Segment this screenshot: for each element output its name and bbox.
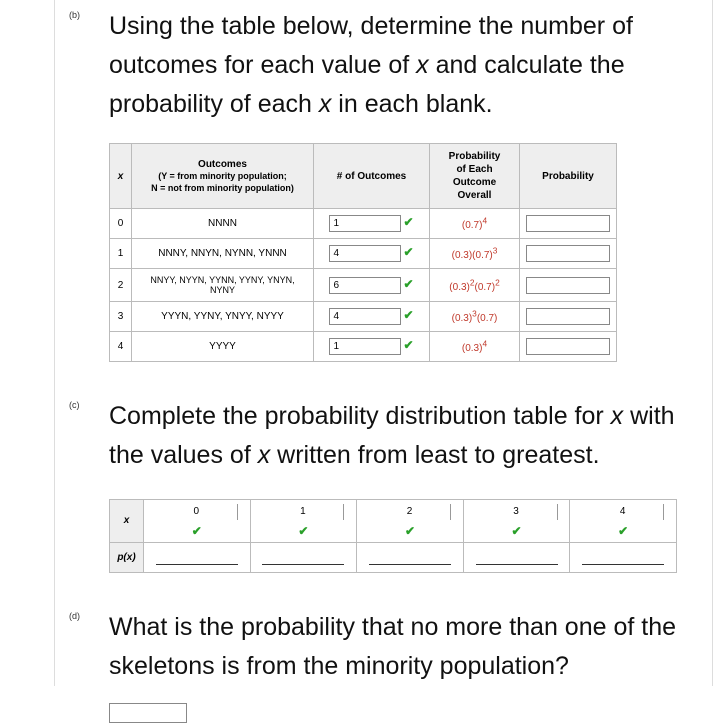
px-value-input[interactable] bbox=[369, 549, 451, 565]
check-icon: ✔ bbox=[262, 524, 344, 538]
check-icon: ✔ bbox=[403, 215, 413, 229]
variable-x: x bbox=[319, 90, 332, 118]
cell-probability bbox=[520, 302, 617, 332]
distribution-table: x ✔ ✔ ✔ bbox=[109, 499, 677, 573]
variable-x: x bbox=[416, 51, 429, 79]
table-header-row: x Outcomes (Y = from minority population… bbox=[110, 144, 617, 209]
px-cell bbox=[357, 542, 464, 572]
part-c-prompt: Complete the probability distribution ta… bbox=[109, 390, 709, 475]
variable-x: x bbox=[611, 402, 624, 430]
x-value-input[interactable] bbox=[156, 504, 238, 520]
x-cell: ✔ bbox=[250, 499, 357, 542]
header-outcomes: Outcomes (Y = from minority population; … bbox=[132, 144, 314, 209]
header-x: x bbox=[110, 144, 132, 209]
x-value-input[interactable] bbox=[262, 504, 344, 520]
variable-x: x bbox=[258, 441, 271, 469]
num-outcomes-input[interactable] bbox=[329, 308, 401, 325]
x-value-input[interactable] bbox=[476, 504, 558, 520]
part-b-prompt: Using the table below, determine the num… bbox=[109, 0, 709, 123]
probability-input[interactable] bbox=[526, 245, 610, 262]
part-b: (b) Using the table below, determine the… bbox=[109, 0, 709, 362]
probability-input[interactable] bbox=[526, 338, 610, 355]
check-icon: ✔ bbox=[156, 524, 238, 538]
cell-x: 0 bbox=[110, 209, 132, 239]
cell-probability bbox=[520, 269, 617, 302]
cell-num: ✔ bbox=[314, 269, 430, 302]
table-row: 0 NNNN ✔ (0.7)4 bbox=[110, 209, 617, 239]
check-icon: ✔ bbox=[403, 338, 413, 352]
text: in each blank. bbox=[331, 90, 492, 118]
cell-x: 1 bbox=[110, 239, 132, 269]
row-label-x: x bbox=[110, 499, 144, 542]
cell-outcomes: YYYY bbox=[132, 332, 314, 362]
px-cell bbox=[570, 542, 677, 572]
x-row: x ✔ ✔ ✔ bbox=[110, 499, 677, 542]
outcomes-table: x Outcomes (Y = from minority population… bbox=[109, 143, 617, 362]
part-c: (c) Complete the probability distributio… bbox=[109, 390, 709, 573]
cell-x: 2 bbox=[110, 269, 132, 302]
cell-num: ✔ bbox=[314, 209, 430, 239]
cell-prob-each: (0.3)4 bbox=[430, 332, 520, 362]
table-row: 1 NNNY, NNYN, NYNN, YNNN ✔ (0.3)(0.7)3 bbox=[110, 239, 617, 269]
cell-x: 4 bbox=[110, 332, 132, 362]
row-label-px: p(x) bbox=[110, 542, 144, 572]
x-value-input[interactable] bbox=[582, 504, 664, 520]
px-row: p(x) bbox=[110, 542, 677, 572]
check-icon: ✔ bbox=[403, 245, 413, 259]
px-value-input[interactable] bbox=[476, 549, 558, 565]
px-cell bbox=[463, 542, 570, 572]
cell-probability bbox=[520, 239, 617, 269]
part-c-label: (c) bbox=[69, 400, 80, 410]
part-b-label: (b) bbox=[69, 10, 80, 20]
table-row: 4 YYYY ✔ (0.3)4 bbox=[110, 332, 617, 362]
part-d-prompt: What is the probability that no more tha… bbox=[109, 601, 709, 686]
part-d: (d) What is the probability that no more… bbox=[109, 601, 709, 723]
header-prob-each: Probability of Each Outcome Overall bbox=[430, 144, 520, 209]
answer-input-d[interactable] bbox=[109, 703, 187, 723]
check-icon: ✔ bbox=[476, 524, 558, 538]
x-cell: ✔ bbox=[570, 499, 677, 542]
table-row: 2 NNYY, NYYN, YYNN, YYNY, YNYN, NYNY ✔ (… bbox=[110, 269, 617, 302]
check-icon: ✔ bbox=[582, 524, 664, 538]
x-cell: ✔ bbox=[463, 499, 570, 542]
cell-num: ✔ bbox=[314, 302, 430, 332]
cell-x: 3 bbox=[110, 302, 132, 332]
probability-input[interactable] bbox=[526, 308, 610, 325]
text: Complete the probability distribution ta… bbox=[109, 402, 611, 430]
x-cell: ✔ bbox=[357, 499, 464, 542]
num-outcomes-input[interactable] bbox=[329, 338, 401, 355]
px-cell bbox=[144, 542, 251, 572]
num-outcomes-input[interactable] bbox=[329, 215, 401, 232]
num-outcomes-input[interactable] bbox=[329, 245, 401, 262]
probability-input[interactable] bbox=[526, 277, 610, 294]
cell-probability bbox=[520, 209, 617, 239]
cell-prob-each: (0.3)(0.7)3 bbox=[430, 239, 520, 269]
px-value-input[interactable] bbox=[582, 549, 664, 565]
px-value-input[interactable] bbox=[156, 549, 238, 565]
x-cell: ✔ bbox=[144, 499, 251, 542]
part-d-label: (d) bbox=[69, 611, 80, 621]
cell-prob-each: (0.7)4 bbox=[430, 209, 520, 239]
x-value-input[interactable] bbox=[369, 504, 451, 520]
px-cell bbox=[250, 542, 357, 572]
cell-outcomes: NNNY, NNYN, NYNN, YNNN bbox=[132, 239, 314, 269]
check-icon: ✔ bbox=[403, 277, 413, 291]
cell-outcomes: NNNN bbox=[132, 209, 314, 239]
cell-num: ✔ bbox=[314, 239, 430, 269]
probability-input[interactable] bbox=[526, 215, 610, 232]
cell-num: ✔ bbox=[314, 332, 430, 362]
cell-prob-each: (0.3)3(0.7) bbox=[430, 302, 520, 332]
px-value-input[interactable] bbox=[262, 549, 344, 565]
num-outcomes-input[interactable] bbox=[329, 277, 401, 294]
cell-prob-each: (0.3)2(0.7)2 bbox=[430, 269, 520, 302]
table-row: 3 YYYN, YYNY, YNYY, NYYY ✔ (0.3)3(0.7) bbox=[110, 302, 617, 332]
check-icon: ✔ bbox=[403, 308, 413, 322]
cell-outcomes: YYYN, YYNY, YNYY, NYYY bbox=[132, 302, 314, 332]
text: written from least to greatest. bbox=[270, 441, 599, 469]
cell-outcomes: NNYY, NYYN, YYNN, YYNY, YNYN, NYNY bbox=[132, 269, 314, 302]
cell-probability bbox=[520, 332, 617, 362]
check-icon: ✔ bbox=[369, 524, 451, 538]
header-probability: Probability bbox=[520, 144, 617, 209]
header-num-outcomes: # of Outcomes bbox=[314, 144, 430, 209]
